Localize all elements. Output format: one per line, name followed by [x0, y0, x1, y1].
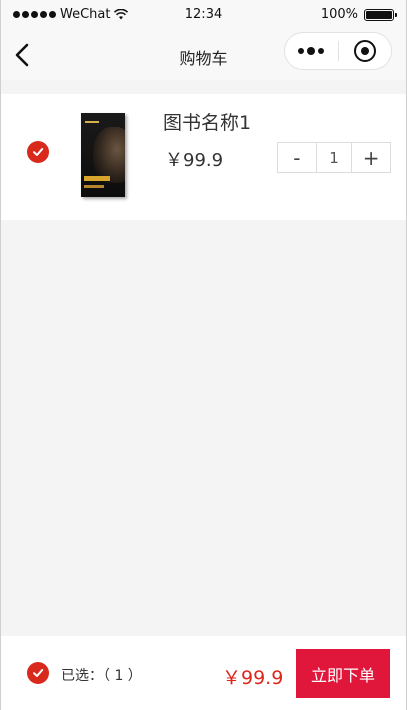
increase-button[interactable]: +: [352, 143, 390, 172]
nav-bar: 购物车: [1, 30, 406, 80]
checkout-bar: 已选：（ 1 ） ￥99.9 立即下单: [1, 636, 406, 710]
close-button[interactable]: [339, 33, 392, 69]
item-select-checkbox[interactable]: [27, 141, 49, 163]
checkmark-icon: [33, 148, 44, 156]
battery-icon: [364, 8, 397, 21]
total-price: ￥99.9: [222, 667, 284, 689]
quantity-stepper: - 1 +: [277, 142, 391, 173]
app-frame: WeChat 12:34 100% 购物车 图书名称1 ￥99.9 - 1 + …: [0, 0, 407, 710]
status-bar: WeChat 12:34 100%: [1, 0, 406, 30]
item-price: ￥99.9: [165, 150, 224, 171]
more-dots-icon[interactable]: [285, 33, 338, 69]
select-all-checkbox[interactable]: [27, 662, 49, 684]
battery-percent: 100%: [320, 7, 358, 22]
status-right: 100%: [320, 7, 397, 22]
mini-program-capsule: [284, 32, 392, 70]
target-circle-icon: [353, 40, 376, 62]
quantity-value[interactable]: 1: [315, 143, 353, 172]
decrease-button[interactable]: -: [278, 143, 316, 172]
book-cover-image[interactable]: [67, 113, 139, 197]
place-order-button[interactable]: 立即下单: [296, 649, 390, 698]
selected-count: 已选：（ 1 ）: [61, 668, 142, 684]
checkmark-icon: [33, 669, 44, 677]
item-name[interactable]: 图书名称1: [163, 108, 251, 135]
